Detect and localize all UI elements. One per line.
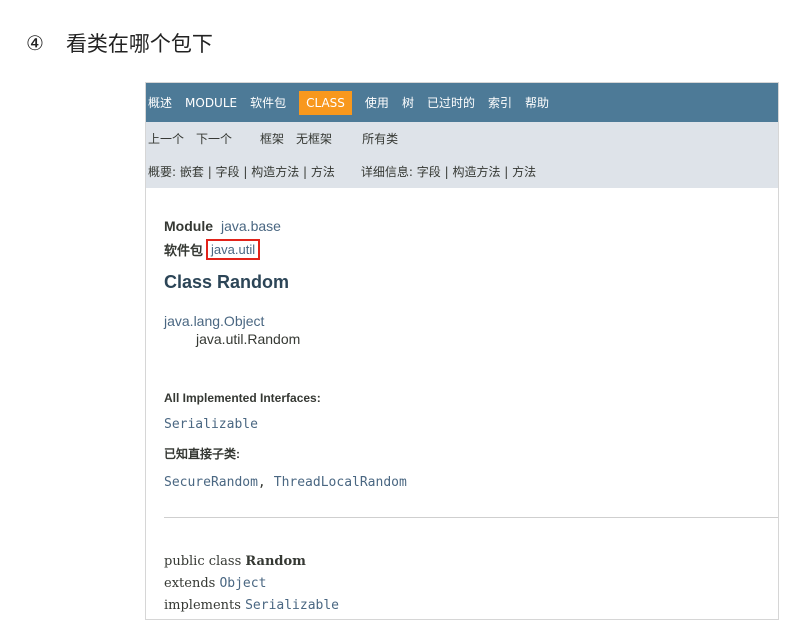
inherit-parent-link[interactable]: java.lang.Object [164, 313, 760, 329]
detail-label: 详细信息: [360, 165, 413, 179]
nav-overview[interactable]: 概述 [148, 94, 172, 111]
known-subclasses: SecureRandom, ThreadLocalRandom [164, 475, 760, 490]
all-classes-link[interactable]: 所有类 [362, 130, 398, 147]
nav-class-active[interactable]: CLASS [299, 90, 352, 115]
module-line: Module java.base [164, 216, 760, 236]
slide-heading: ④ 看类在哪个包下 [26, 28, 213, 58]
detail-links[interactable]: 字段 | 构造方法 | 方法 [417, 163, 536, 180]
class-content: Module java.base 软件包 java.util Class Ran… [146, 188, 778, 490]
decl-line-1: public class Random [164, 551, 339, 573]
summary-links[interactable]: 嵌套 | 字段 | 构造方法 | 方法 [180, 163, 335, 180]
decl-line-2: extends Object [164, 573, 339, 595]
class-declaration: public class Random extends Object imple… [164, 551, 339, 617]
known-subclasses-title: 已知直接子类: [164, 447, 240, 461]
class-title: Class Random [164, 272, 290, 292]
implemented-interfaces-title: All Implemented Interfaces: [164, 391, 321, 405]
nav-deprecated[interactable]: 已过时的 [427, 94, 475, 111]
javadoc-screenshot: 概述 MODULE 软件包 CLASS 使用 树 已过时的 索引 帮助 上一个 … [145, 82, 779, 620]
nav-index[interactable]: 索引 [488, 94, 512, 111]
no-frames-link[interactable]: 无框架 [296, 130, 332, 147]
next-link[interactable]: 下一个 [196, 130, 232, 147]
step-number: ④ [26, 31, 44, 55]
top-nav-bar: 概述 MODULE 软件包 CLASS 使用 树 已过时的 索引 帮助 [146, 83, 778, 122]
package-label: 软件包 [164, 242, 204, 258]
sub-nav-bar: 上一个 下一个 框架 无框架 所有类 概要: 嵌套 | 字段 | 构造方法 | … [146, 122, 778, 188]
sub-nav-row-2: 概要: 嵌套 | 字段 | 构造方法 | 方法 详细信息: 字段 | 构造方法 … [148, 155, 778, 188]
section-divider [164, 517, 778, 518]
package-link-highlighted[interactable]: java.util [206, 238, 261, 260]
nav-use[interactable]: 使用 [365, 94, 389, 111]
prev-link[interactable]: 上一个 [148, 130, 184, 147]
decl-serializable-link[interactable]: Serializable [245, 598, 339, 613]
nav-help[interactable]: 帮助 [525, 94, 549, 111]
nav-tree[interactable]: 树 [402, 94, 414, 111]
package-line: 软件包 java.util [164, 238, 760, 260]
decl-line-3: implements Serializable [164, 595, 339, 617]
nav-module[interactable]: MODULE [185, 96, 237, 110]
decl-object-link[interactable]: Object [219, 576, 266, 591]
module-label: Module [164, 218, 213, 234]
subclass-securerandom-link[interactable]: SecureRandom [164, 475, 258, 490]
module-link[interactable]: java.base [221, 218, 281, 234]
summary-label: 概要: [148, 165, 177, 179]
decl-public-class: public class [164, 554, 246, 569]
decl-class-name: Random [245, 554, 306, 569]
heading-text: 看类在哪个包下 [65, 32, 213, 56]
inherit-child: java.util.Random [196, 331, 301, 347]
sub-nav-row-1: 上一个 下一个 框架 无框架 所有类 [148, 122, 778, 155]
inheritance-tree: java.lang.Object java.util.Random [164, 313, 760, 347]
interface-serializable-link[interactable]: Serializable [164, 417, 760, 432]
nav-package[interactable]: 软件包 [250, 94, 286, 111]
decl-implements: implements [164, 598, 246, 613]
decl-extends: extends [164, 576, 220, 591]
subclass-separator: , [257, 475, 266, 490]
frames-link[interactable]: 框架 [260, 130, 284, 147]
subclass-threadlocalrandom-link[interactable]: ThreadLocalRandom [274, 475, 407, 490]
